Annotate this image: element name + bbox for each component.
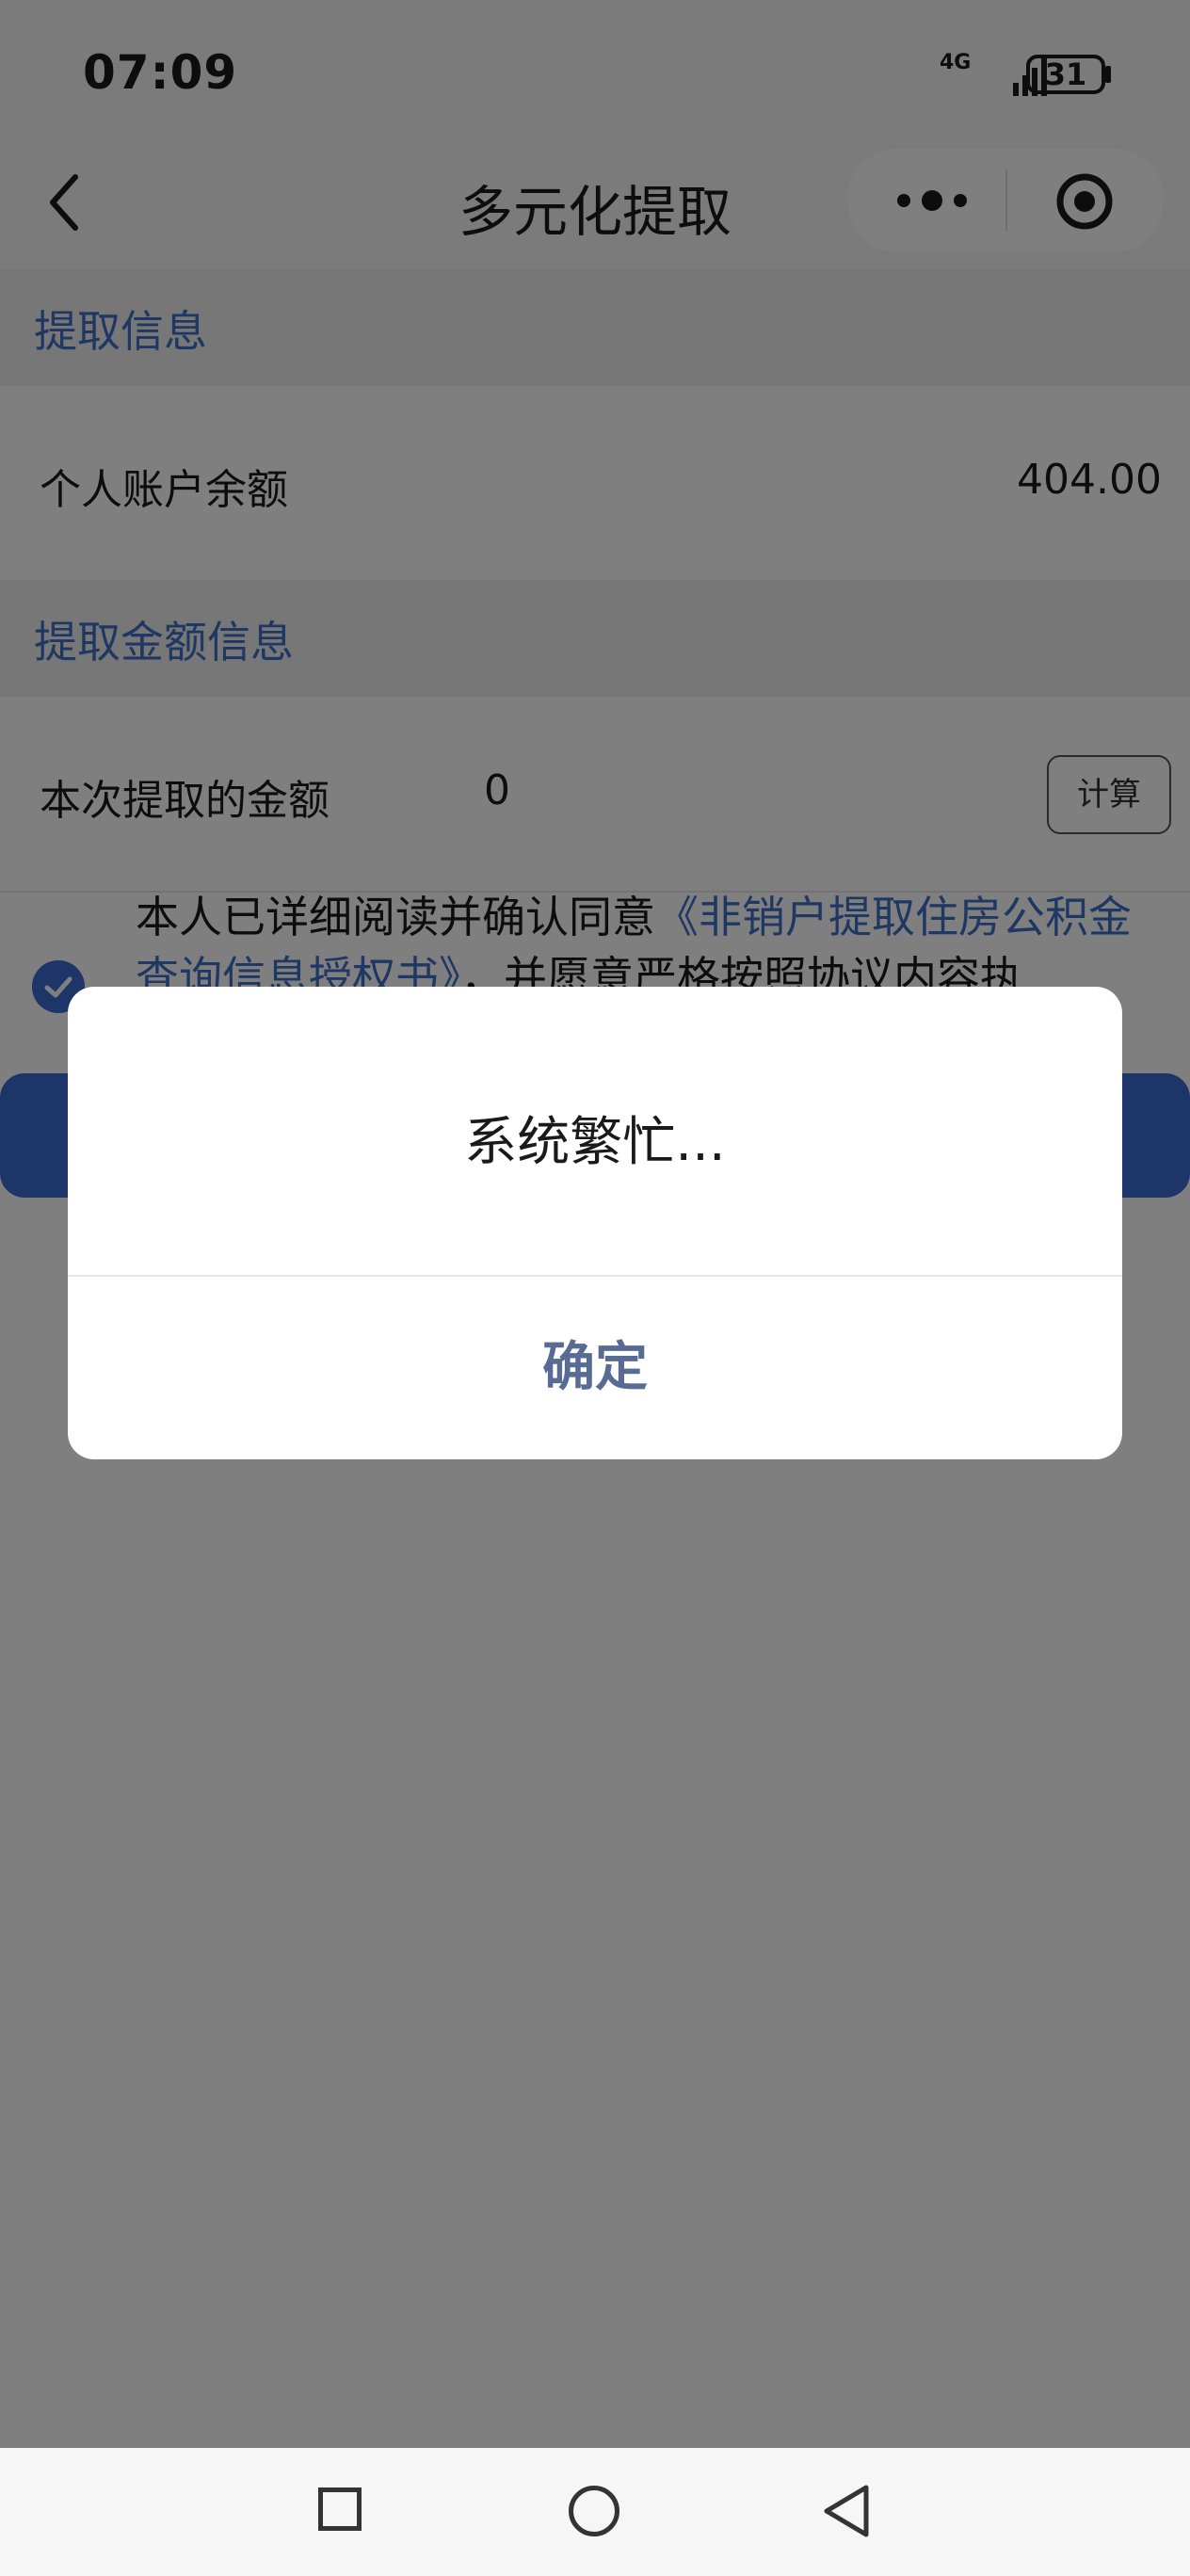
alert-dialog: 系统繁忙... 确定: [68, 987, 1122, 1459]
triangle-back-icon[interactable]: [819, 2482, 874, 2540]
dialog-message: 系统繁忙...: [464, 1112, 726, 1173]
square-icon[interactable]: [318, 2487, 362, 2531]
confirm-button[interactable]: 确定: [68, 1277, 1122, 1459]
circle-icon[interactable]: [569, 2486, 619, 2536]
